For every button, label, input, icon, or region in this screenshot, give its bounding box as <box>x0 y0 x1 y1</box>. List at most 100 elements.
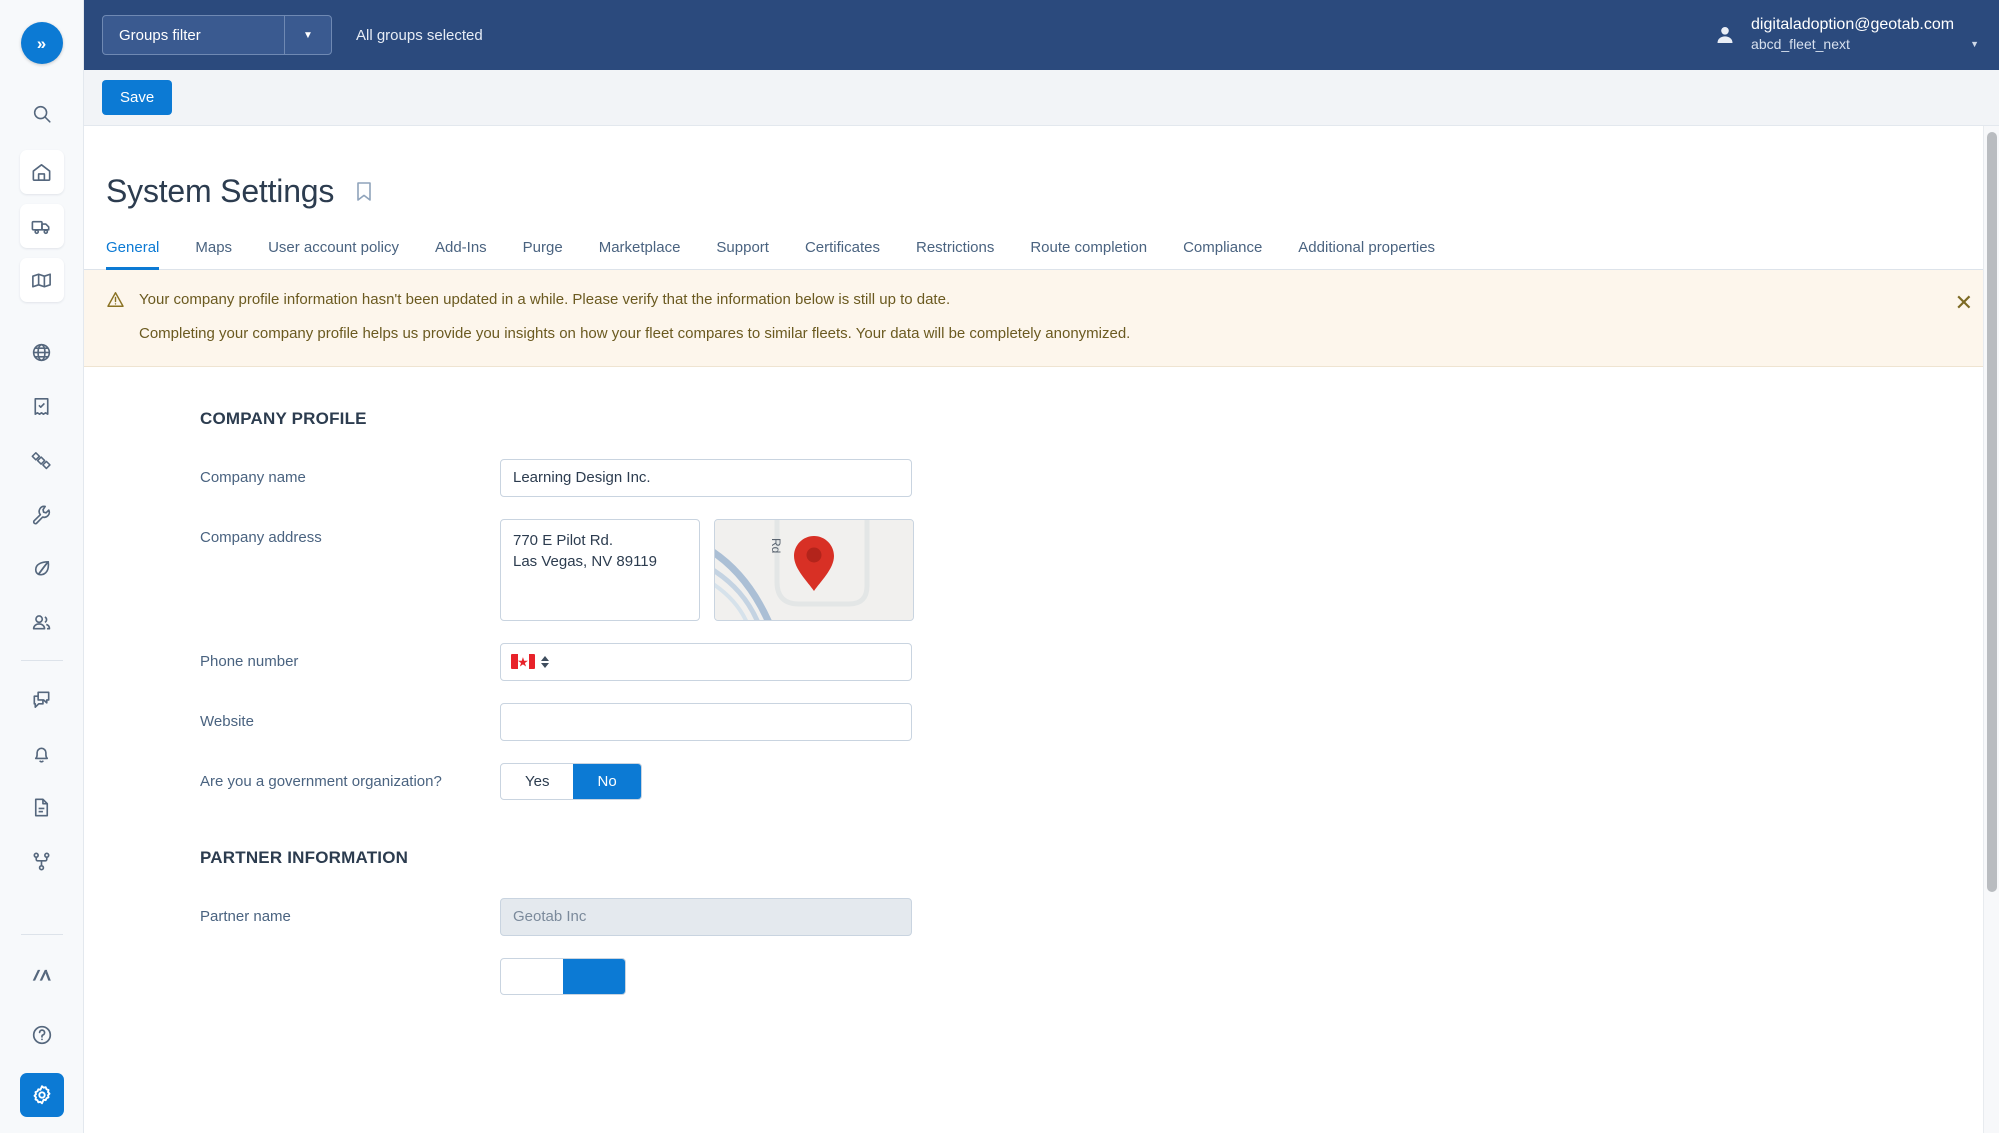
sidebar-item-zones[interactable] <box>20 330 64 374</box>
field-phone-number: Phone number ★ <box>84 643 1999 681</box>
tab-route-completion[interactable]: Route completion <box>1012 239 1165 269</box>
top-bar: Groups filter ▼ All groups selected digi… <box>84 0 1999 70</box>
field-company-address: Company address 770 E Pilot Rd. Las Vega… <box>84 519 1999 621</box>
document-icon <box>30 796 53 819</box>
sidebar-divider-2 <box>21 934 63 935</box>
website-label: Website <box>200 703 500 730</box>
government-organization-label: Are you a government organization? <box>200 763 500 790</box>
chevron-down-icon[interactable]: ▼ <box>285 16 331 54</box>
sidebar-item-home[interactable] <box>20 150 64 194</box>
groups-filter-status: All groups selected <box>356 27 483 44</box>
field-company-name: Company name <box>84 459 1999 497</box>
scrollbar-thumb[interactable] <box>1987 132 1997 892</box>
map-icon <box>30 269 53 292</box>
action-bar: Save <box>84 70 1999 126</box>
settings-tabs: General Maps User account policy Add-Ins… <box>84 218 1999 270</box>
field-government-organization: Are you a government organization? Yes N… <box>84 763 1999 800</box>
sidebar-item-maintenance[interactable] <box>20 492 64 536</box>
website-input[interactable] <box>500 703 912 741</box>
partner-toggle-no[interactable] <box>563 959 625 994</box>
government-organization-toggle[interactable]: Yes No <box>500 763 642 800</box>
people-icon <box>30 611 53 634</box>
sidebar-item-marketplace[interactable] <box>20 953 64 997</box>
company-address-textarea[interactable]: 770 E Pilot Rd. Las Vegas, NV 89119 <box>500 519 700 621</box>
globe-icon <box>30 341 53 364</box>
phone-number-label: Phone number <box>200 643 500 670</box>
sidebar-item-people[interactable] <box>20 600 64 644</box>
settings-form: COMPANY PROFILE Company name Company add… <box>84 367 1999 995</box>
search-icon[interactable] <box>20 92 64 136</box>
field-website: Website <box>84 703 1999 741</box>
sidebar-item-rules[interactable] <box>20 384 64 428</box>
partner-name-input <box>500 898 912 936</box>
user-database: abcd_fleet_next <box>1751 36 1850 52</box>
banner-line-1: Your company profile information hasn't … <box>139 288 1130 311</box>
partner-information-section-title: PARTNER INFORMATION <box>84 848 1999 868</box>
groups-filter-label[interactable]: Groups filter <box>103 16 285 54</box>
gov-toggle-yes[interactable]: Yes <box>501 764 573 799</box>
sidebar-expand-toggle[interactable]: » <box>21 22 63 64</box>
company-name-input[interactable] <box>500 459 912 497</box>
left-sidebar: » <box>0 0 84 1133</box>
chat-icon <box>30 688 53 711</box>
wrench-icon <box>30 503 53 526</box>
partner-toggle-yes[interactable] <box>501 959 563 994</box>
sidebar-item-map[interactable] <box>20 258 64 302</box>
sidebar-item-workflow[interactable] <box>20 839 64 883</box>
bookmark-icon[interactable] <box>354 180 374 202</box>
bell-icon <box>30 742 53 765</box>
sidebar-item-engine[interactable] <box>20 438 64 482</box>
tab-purge[interactable]: Purge <box>505 239 581 269</box>
workflow-icon <box>30 850 53 873</box>
user-menu[interactable]: digitaladoption@geotab.com abcd_fleet_ne… <box>1713 15 1985 55</box>
sidebar-item-settings[interactable] <box>20 1073 64 1117</box>
marketplace-icon <box>29 964 55 986</box>
sidebar-item-help[interactable] <box>20 1013 64 1057</box>
tab-compliance[interactable]: Compliance <box>1165 239 1280 269</box>
field-partner-toggle-partial <box>84 958 1999 995</box>
report-icon <box>30 395 53 418</box>
tab-user-account-policy[interactable]: User account policy <box>250 239 417 269</box>
tab-add-ins[interactable]: Add-Ins <box>417 239 505 269</box>
leaf-icon <box>30 557 53 580</box>
warning-triangle-icon <box>106 290 125 309</box>
tab-restrictions[interactable]: Restrictions <box>898 239 1012 269</box>
sidebar-item-messages[interactable] <box>20 677 64 721</box>
partner-toggle[interactable] <box>500 958 626 995</box>
tab-support[interactable]: Support <box>698 239 787 269</box>
tab-certificates[interactable]: Certificates <box>787 239 898 269</box>
tab-general[interactable]: General <box>106 239 177 269</box>
page-header: System Settings <box>84 126 1999 218</box>
home-icon <box>30 161 53 184</box>
company-address-label: Company address <box>200 519 500 546</box>
sidebar-item-vehicles[interactable] <box>20 204 64 248</box>
save-button[interactable]: Save <box>102 80 172 115</box>
main-region: Groups filter ▼ All groups selected digi… <box>84 0 1999 1133</box>
groups-filter-control[interactable]: Groups filter ▼ <box>102 15 332 55</box>
sidebar-divider-1 <box>21 660 63 661</box>
gov-toggle-no[interactable]: No <box>573 764 640 799</box>
field-partner-name: Partner name <box>84 898 1999 936</box>
tab-marketplace[interactable]: Marketplace <box>581 239 699 269</box>
company-profile-warning-banner: Your company profile information hasn't … <box>84 270 1999 367</box>
company-profile-section-title: COMPANY PROFILE <box>84 409 1999 429</box>
phone-number-input[interactable] <box>500 643 912 681</box>
content-scrollbar[interactable] <box>1983 126 1999 1133</box>
page-title: System Settings <box>106 173 334 210</box>
company-name-label: Company name <box>200 459 500 486</box>
truck-icon <box>30 215 53 238</box>
settings-gear-icon <box>30 1083 54 1107</box>
tab-additional-properties[interactable]: Additional properties <box>1280 239 1453 269</box>
links-icon <box>30 449 53 472</box>
partner-name-label: Partner name <box>200 898 500 925</box>
user-email: digitaladoption@geotab.com <box>1751 16 1954 33</box>
chevron-down-icon[interactable]: ▼ <box>1970 39 1979 49</box>
close-icon[interactable]: ✕ <box>1955 292 1973 314</box>
sidebar-item-documents[interactable] <box>20 785 64 829</box>
help-icon <box>30 1023 54 1047</box>
sidebar-item-notifications[interactable] <box>20 731 64 775</box>
tab-maps[interactable]: Maps <box>177 239 250 269</box>
banner-line-2: Completing your company profile helps us… <box>139 322 1130 345</box>
sidebar-item-sustainability[interactable] <box>20 546 64 590</box>
company-location-map-thumbnail[interactable]: Rd <box>714 519 914 621</box>
